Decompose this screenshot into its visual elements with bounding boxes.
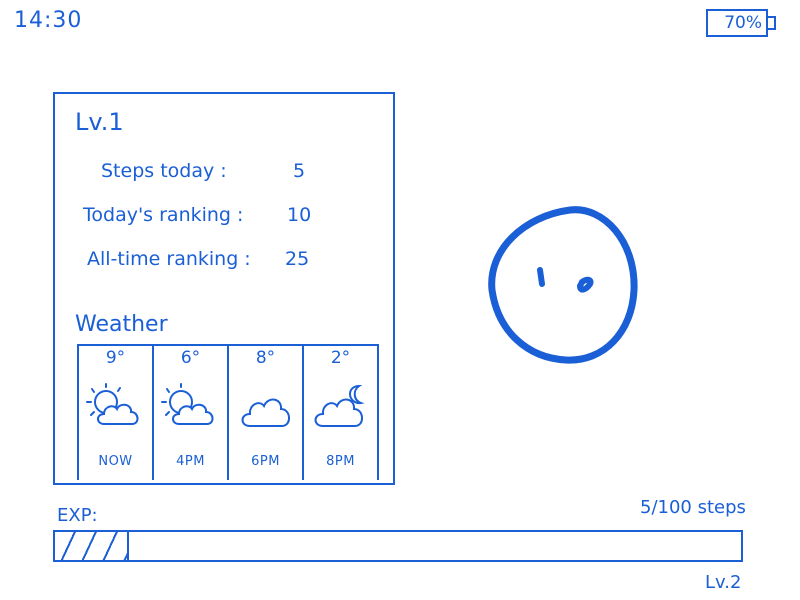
stat-label: Steps today : (101, 160, 227, 182)
exp-progress-bar (53, 530, 743, 562)
weather-title: Weather (75, 312, 168, 337)
forecast-temp: 6° (180, 348, 201, 368)
forecast-column: 6° 4PM (154, 346, 229, 480)
stat-value: 10 (287, 204, 312, 226)
moon-cloud-icon (309, 382, 373, 440)
stat-value: 5 (293, 160, 306, 182)
stat-label: Today's ranking : (83, 204, 244, 226)
avatar[interactable] (484, 202, 654, 376)
forecast-time: 8PM (326, 454, 355, 469)
cloud-icon (234, 382, 298, 440)
exp-progress-fill (55, 532, 130, 560)
next-level-label: Lv.2 (705, 572, 742, 593)
battery-percent: 70% (724, 13, 762, 33)
stat-value: 25 (285, 248, 310, 270)
stat-label: All-time ranking : (87, 248, 251, 270)
battery-indicator: 70% (706, 9, 768, 37)
forecast-time: NOW (98, 454, 133, 469)
forecast-column: 8° 6PM (229, 346, 304, 480)
forecast-column: 2° 8PM (304, 346, 377, 480)
forecast-temp: 8° (255, 348, 276, 368)
stats-panel: Lv.1 Steps today : 5 Today's ranking : 1… (53, 92, 395, 485)
forecast-column: 9° NOW (79, 346, 154, 480)
sun-cloud-icon (159, 382, 223, 440)
level-label: Lv.1 (75, 108, 124, 136)
exp-steps-text: 5/100 steps (640, 497, 746, 518)
forecast-temp: 2° (330, 348, 351, 368)
battery-cap (768, 16, 776, 30)
forecast-time: 6PM (251, 454, 280, 469)
weather-forecast: 9° NOW 6° 4PM 8° 6PM 2° 8PM (77, 344, 379, 480)
sun-cloud-icon (84, 382, 148, 440)
forecast-temp: 9° (105, 348, 126, 368)
exp-label: EXP: (57, 505, 98, 526)
forecast-time: 4PM (176, 454, 205, 469)
clock: 14:30 (14, 8, 83, 33)
